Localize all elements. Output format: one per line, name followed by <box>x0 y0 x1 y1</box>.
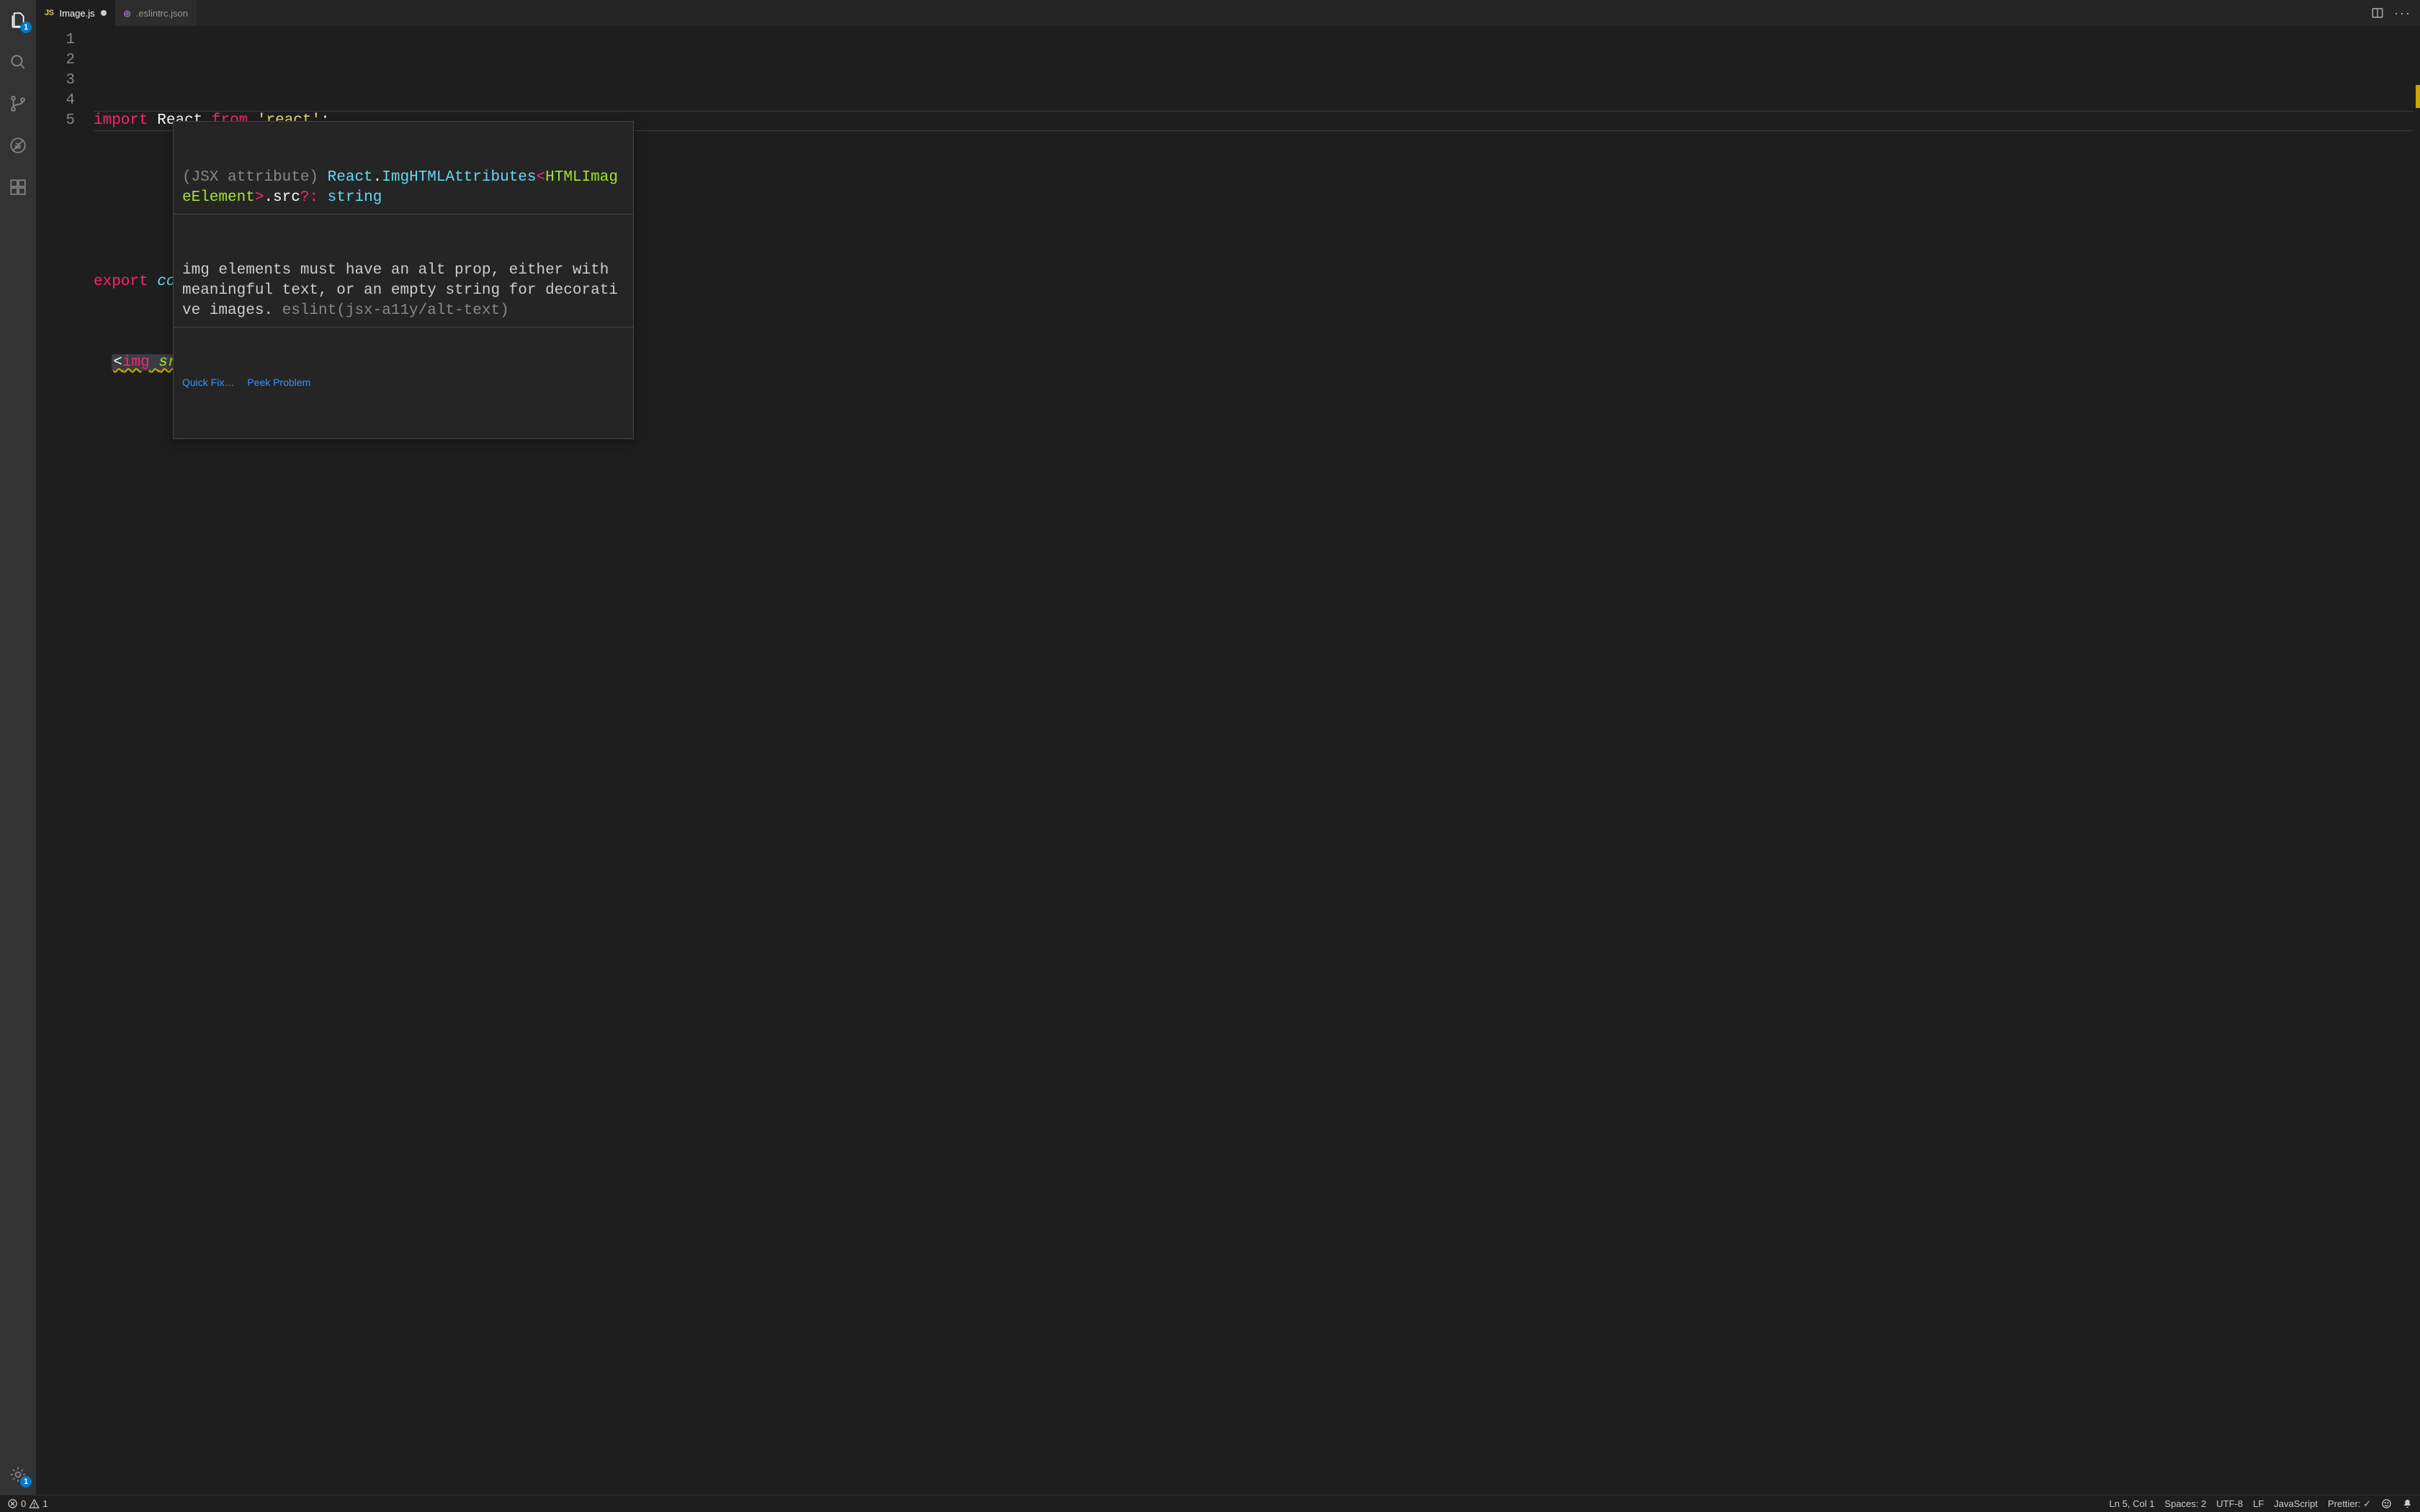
error-count: 0 <box>21 1498 26 1509</box>
status-bar: 0 1 Ln 5, Col 1 Spaces: 2 UTF-8 LF JavaS… <box>0 1495 2420 1512</box>
activity-settings[interactable]: 1 <box>0 1460 36 1489</box>
status-feedback[interactable] <box>2381 1498 2392 1509</box>
error-icon <box>7 1498 18 1509</box>
quick-fix-link[interactable]: Quick Fix… <box>182 372 234 392</box>
status-eol[interactable]: LF <box>2253 1498 2264 1509</box>
dirty-indicator-icon <box>101 10 107 16</box>
activity-extensions[interactable] <box>0 173 36 202</box>
code-editor[interactable]: 1 2 3 4 5 import React from 'react'; exp… <box>36 26 2420 1495</box>
tab-image-js[interactable]: JS Image.js <box>36 0 115 26</box>
hover-message: img elements must have an alt prop, eith… <box>174 255 633 328</box>
line-gutter: 1 2 3 4 5 <box>36 26 94 1495</box>
tab-eslintrc[interactable]: ◎ .eslintrc.json <box>115 0 197 26</box>
activity-search[interactable] <box>0 48 36 76</box>
hover-signature: (JSX attribute) React.ImgHTMLAttributes<… <box>174 162 633 215</box>
no-bug-icon <box>9 136 27 155</box>
activity-bar: 1 1 <box>0 0 36 1495</box>
extensions-icon <box>9 178 27 197</box>
status-notifications[interactable] <box>2402 1498 2413 1509</box>
status-problems[interactable]: 0 1 <box>7 1498 48 1509</box>
split-editor-icon[interactable] <box>2371 6 2384 19</box>
line-number: 3 <box>36 71 75 91</box>
line-number: 1 <box>36 30 75 50</box>
status-language[interactable]: JavaScript <box>2274 1498 2318 1509</box>
minimap-warning-marker <box>2416 85 2420 108</box>
hover-tooltip: (JSX attribute) React.ImgHTMLAttributes<… <box>173 121 634 439</box>
status-cursor[interactable]: Ln 5, Col 1 <box>2110 1498 2155 1509</box>
status-encoding[interactable]: UTF-8 <box>2216 1498 2243 1509</box>
settings-badge: 1 <box>20 1476 32 1488</box>
status-spaces[interactable]: Spaces: 2 <box>2164 1498 2206 1509</box>
line-number: 4 <box>36 91 75 111</box>
activity-debug[interactable] <box>0 131 36 160</box>
json-file-icon: ◎ <box>124 9 130 18</box>
smiley-icon <box>2381 1498 2392 1509</box>
line-number: 5 <box>36 111 75 131</box>
activity-explorer[interactable]: 1 <box>0 6 36 35</box>
more-actions-icon[interactable]: ··· <box>2394 6 2411 19</box>
bell-icon <box>2402 1498 2413 1509</box>
branch-icon <box>9 94 27 113</box>
warning-icon <box>29 1498 40 1509</box>
minimap[interactable] <box>2406 26 2420 1495</box>
tab-label: Image.js <box>59 8 94 19</box>
search-icon <box>9 53 27 71</box>
peek-problem-link[interactable]: Peek Problem <box>247 372 310 392</box>
line-number: 2 <box>36 50 75 71</box>
explorer-badge: 1 <box>20 22 32 33</box>
tab-label: .eslintrc.json <box>136 8 188 19</box>
js-file-icon: JS <box>45 9 53 17</box>
hover-actions: Quick Fix… Peek Problem <box>174 368 633 398</box>
activity-source-control[interactable] <box>0 89 36 118</box>
status-prettier[interactable]: Prettier: ✓ <box>2328 1498 2371 1510</box>
editor-tabs: JS Image.js ◎ .eslintrc.json ··· <box>36 0 2420 26</box>
warning-count: 1 <box>42 1498 48 1509</box>
